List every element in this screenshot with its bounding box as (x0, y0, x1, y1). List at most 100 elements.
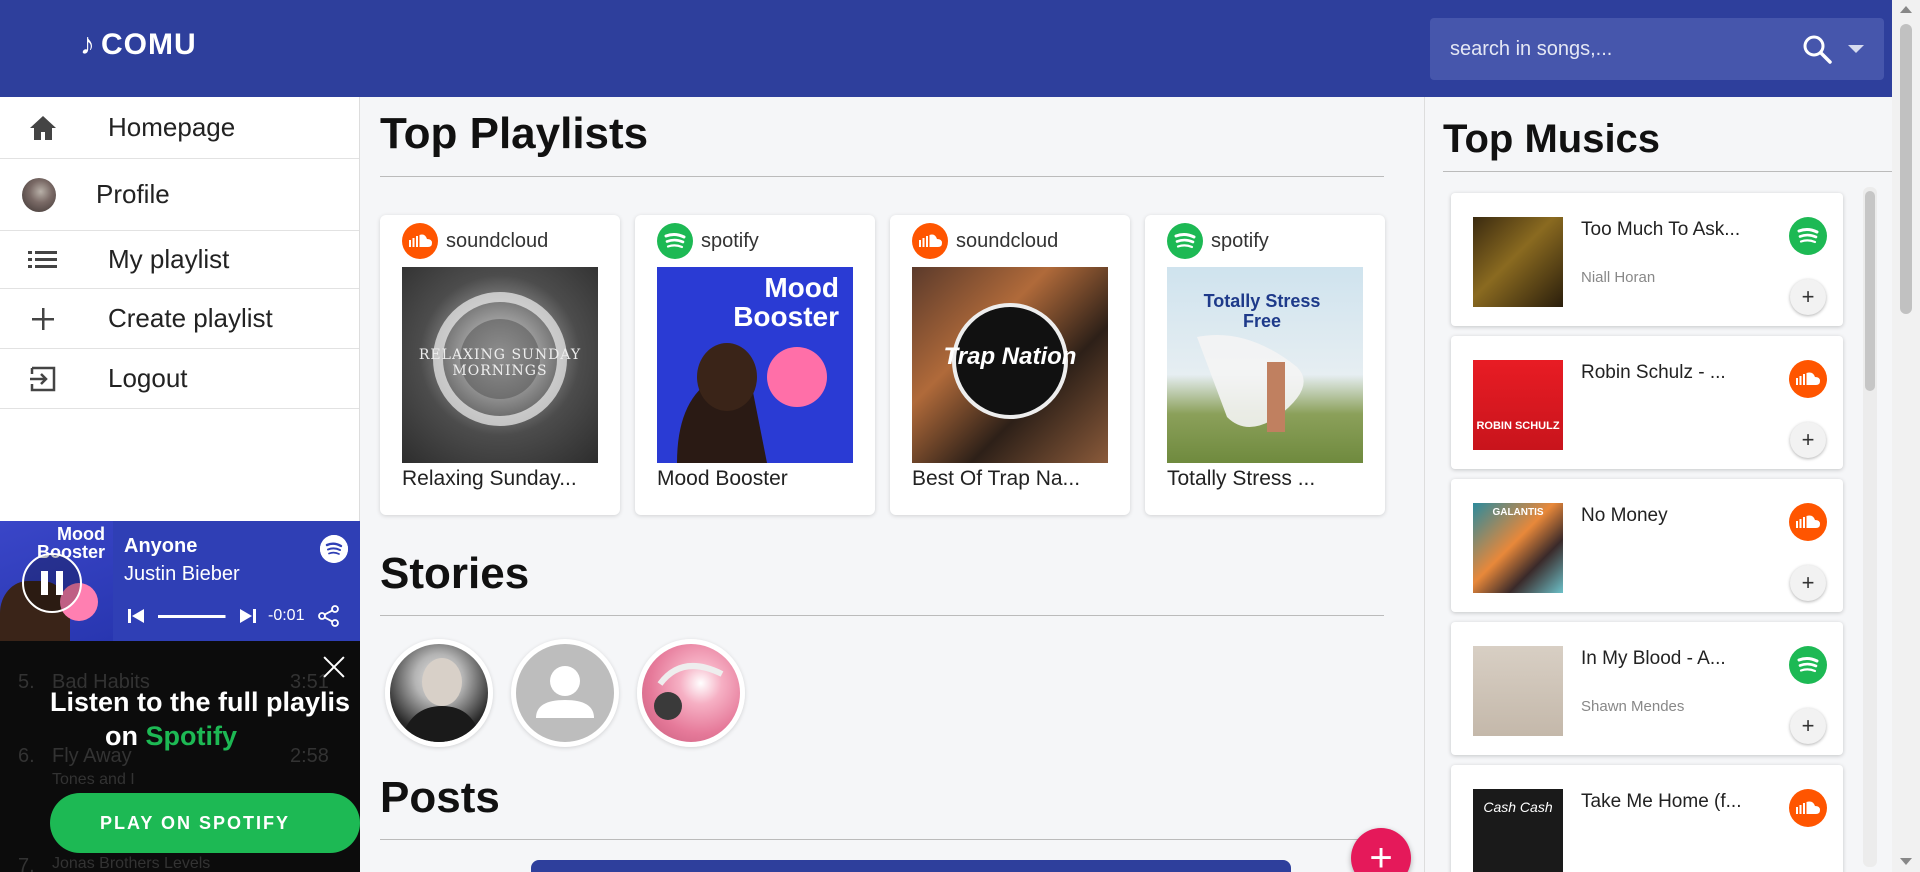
sidebar-item-homepage[interactable]: Homepage (0, 97, 359, 159)
playlist-card[interactable]: spotify Totally Stress Free Totally Stre… (1145, 215, 1385, 515)
ghost-row-sub: Tones and I (52, 771, 135, 788)
stories-row (385, 639, 745, 747)
player-artist: Justin Bieber (124, 563, 240, 585)
sidebar-item-my-playlist[interactable]: My playlist (0, 231, 359, 289)
close-icon[interactable] (322, 655, 346, 679)
ghost-row-num: 5. (18, 671, 35, 693)
playlist-card[interactable]: soundcloud RELAXING SUNDAY MORNINGS Rela… (380, 215, 620, 515)
music-title: No Money (1581, 505, 1668, 526)
spotify-promo-overlay: 5. Bad Habits 3:51 6. Fly Away Tones and… (0, 641, 360, 872)
playlist-cover-text: Totally Stress Free (1203, 291, 1321, 331)
playlist-card[interactable]: soundcloud Trap Nation Best Of Trap Na..… (890, 215, 1130, 515)
scroll-down-icon[interactable] (1900, 858, 1912, 865)
list-icon (26, 243, 60, 277)
music-thumbnail: ROBIN SCHULZ (1473, 360, 1563, 450)
story-avatar[interactable] (511, 639, 619, 747)
add-to-playlist-button[interactable]: + (1790, 279, 1826, 315)
skip-previous-icon[interactable] (128, 607, 146, 625)
share-icon[interactable] (318, 605, 340, 627)
story-avatar[interactable] (637, 639, 745, 747)
search-icon[interactable] (1800, 32, 1834, 66)
progress-bar[interactable] (158, 614, 226, 618)
playlist-card[interactable]: spotify Mood Booster Mood Booster (635, 215, 875, 515)
pause-button[interactable] (22, 553, 82, 613)
music-artist: Shawn Mendes (1581, 698, 1685, 715)
soundcloud-icon[interactable] (1789, 360, 1827, 398)
top-playlists-title: Top Playlists (380, 109, 649, 158)
promo-line2-prefix: on (105, 721, 138, 751)
scrollbar-thumb[interactable] (1900, 24, 1912, 314)
scroll-up-icon[interactable] (1900, 6, 1912, 13)
panel-scrollbar[interactable] (1863, 187, 1877, 867)
skip-next-icon[interactable] (238, 607, 256, 625)
playlist-cover: Totally Stress Free (1167, 267, 1363, 463)
music-item[interactable]: GALANTIS No Money + (1451, 479, 1843, 612)
ghost-row-num: 7. (18, 855, 35, 872)
promo-line2: on Spotify (105, 721, 237, 752)
soundcloud-icon (912, 223, 948, 259)
soundcloud-icon[interactable] (1789, 789, 1827, 827)
music-artist: Niall Horan (1581, 269, 1656, 286)
ghost-row-title: Jonas Brothers Levels (52, 855, 211, 872)
divider (380, 176, 1384, 177)
playlist-title: Best Of Trap Na... (912, 467, 1081, 490)
avatar (22, 177, 56, 212)
divider (1443, 171, 1901, 172)
top-app-bar: ♪ COMU search in songs,... (0, 0, 1920, 97)
music-item[interactable]: ROBIN SCHULZ Robin Schulz - ... + (1451, 336, 1843, 469)
music-item[interactable]: Cash Cash Take Me Home (f... (1451, 765, 1843, 872)
app-logo[interactable]: ♪ COMU (80, 28, 197, 62)
ghost-row-time: 2:58 (290, 745, 329, 767)
playlist-source-label: spotify (701, 229, 759, 252)
progress-fill (158, 614, 225, 618)
sidebar-item-label: Create playlist (108, 303, 273, 333)
music-title: Take Me Home (f... (1581, 791, 1742, 812)
page-scrollbar[interactable] (1892, 0, 1920, 872)
music-thumbnail-text: Cash Cash (1483, 799, 1553, 815)
add-to-playlist-button[interactable]: + (1790, 565, 1826, 601)
sidebar-item-label: Logout (108, 363, 188, 393)
playlist-source: spotify (657, 223, 759, 259)
spotify-icon[interactable] (1789, 646, 1827, 684)
playlist-title: Mood Booster (657, 467, 788, 490)
sidebar-item-label: My playlist (108, 244, 230, 274)
story-avatar[interactable] (385, 639, 493, 747)
ghost-row-num: 6. (18, 745, 35, 767)
playlist-title: Relaxing Sunday... (402, 467, 577, 490)
spotify-icon[interactable] (1789, 217, 1827, 255)
add-to-playlist-button[interactable]: + (1790, 422, 1826, 458)
top-musics-title: Top Musics (1443, 117, 1661, 161)
playlist-title: Totally Stress ... (1167, 467, 1316, 490)
spotify-icon (657, 223, 693, 259)
music-item[interactable]: Too Much To Ask... Niall Horan + (1451, 193, 1843, 326)
promo-line1: Listen to the full playlis (50, 687, 351, 717)
chevron-down-icon[interactable] (1848, 45, 1864, 53)
music-item[interactable]: In My Blood - A... Shawn Mendes + (1451, 622, 1843, 755)
sidebar-item-logout[interactable]: Logout (0, 349, 359, 409)
soundcloud-icon (402, 223, 438, 259)
sidebar-item-label: Homepage (108, 112, 236, 142)
app-logo-text: COMU (101, 28, 197, 61)
playlist-cover-text: Mood Booster (733, 272, 839, 332)
music-note-icon: ♪ (80, 28, 95, 61)
music-thumbnail (1473, 646, 1563, 736)
music-thumbnail: Cash Cash (1473, 789, 1563, 872)
sidebar-item-create-playlist[interactable]: Create playlist (0, 289, 359, 349)
search-bar[interactable]: search in songs,... (1430, 18, 1884, 80)
add-post-button[interactable]: + (1351, 828, 1411, 872)
sidebar-item-profile[interactable]: Profile (0, 159, 359, 231)
spotify-icon[interactable] (320, 535, 348, 563)
music-thumbnail (1473, 217, 1563, 307)
playlist-cover-text: Trap Nation (943, 343, 1077, 370)
soundcloud-icon[interactable] (1789, 503, 1827, 541)
music-title: Robin Schulz - ... (1581, 362, 1726, 383)
music-list: Too Much To Ask... Niall Horan + ROBIN S… (1451, 193, 1843, 872)
posts-title: Posts (380, 773, 500, 822)
search-input[interactable]: search in songs,... (1450, 38, 1800, 61)
divider (380, 839, 1384, 840)
play-on-spotify-button[interactable]: PLAY ON SPOTIFY (50, 793, 360, 853)
scrollbar-thumb[interactable] (1865, 191, 1875, 391)
player-track-title: Anyone (124, 535, 198, 557)
add-to-playlist-button[interactable]: + (1790, 708, 1826, 744)
promo-brand: Spotify (145, 721, 238, 751)
